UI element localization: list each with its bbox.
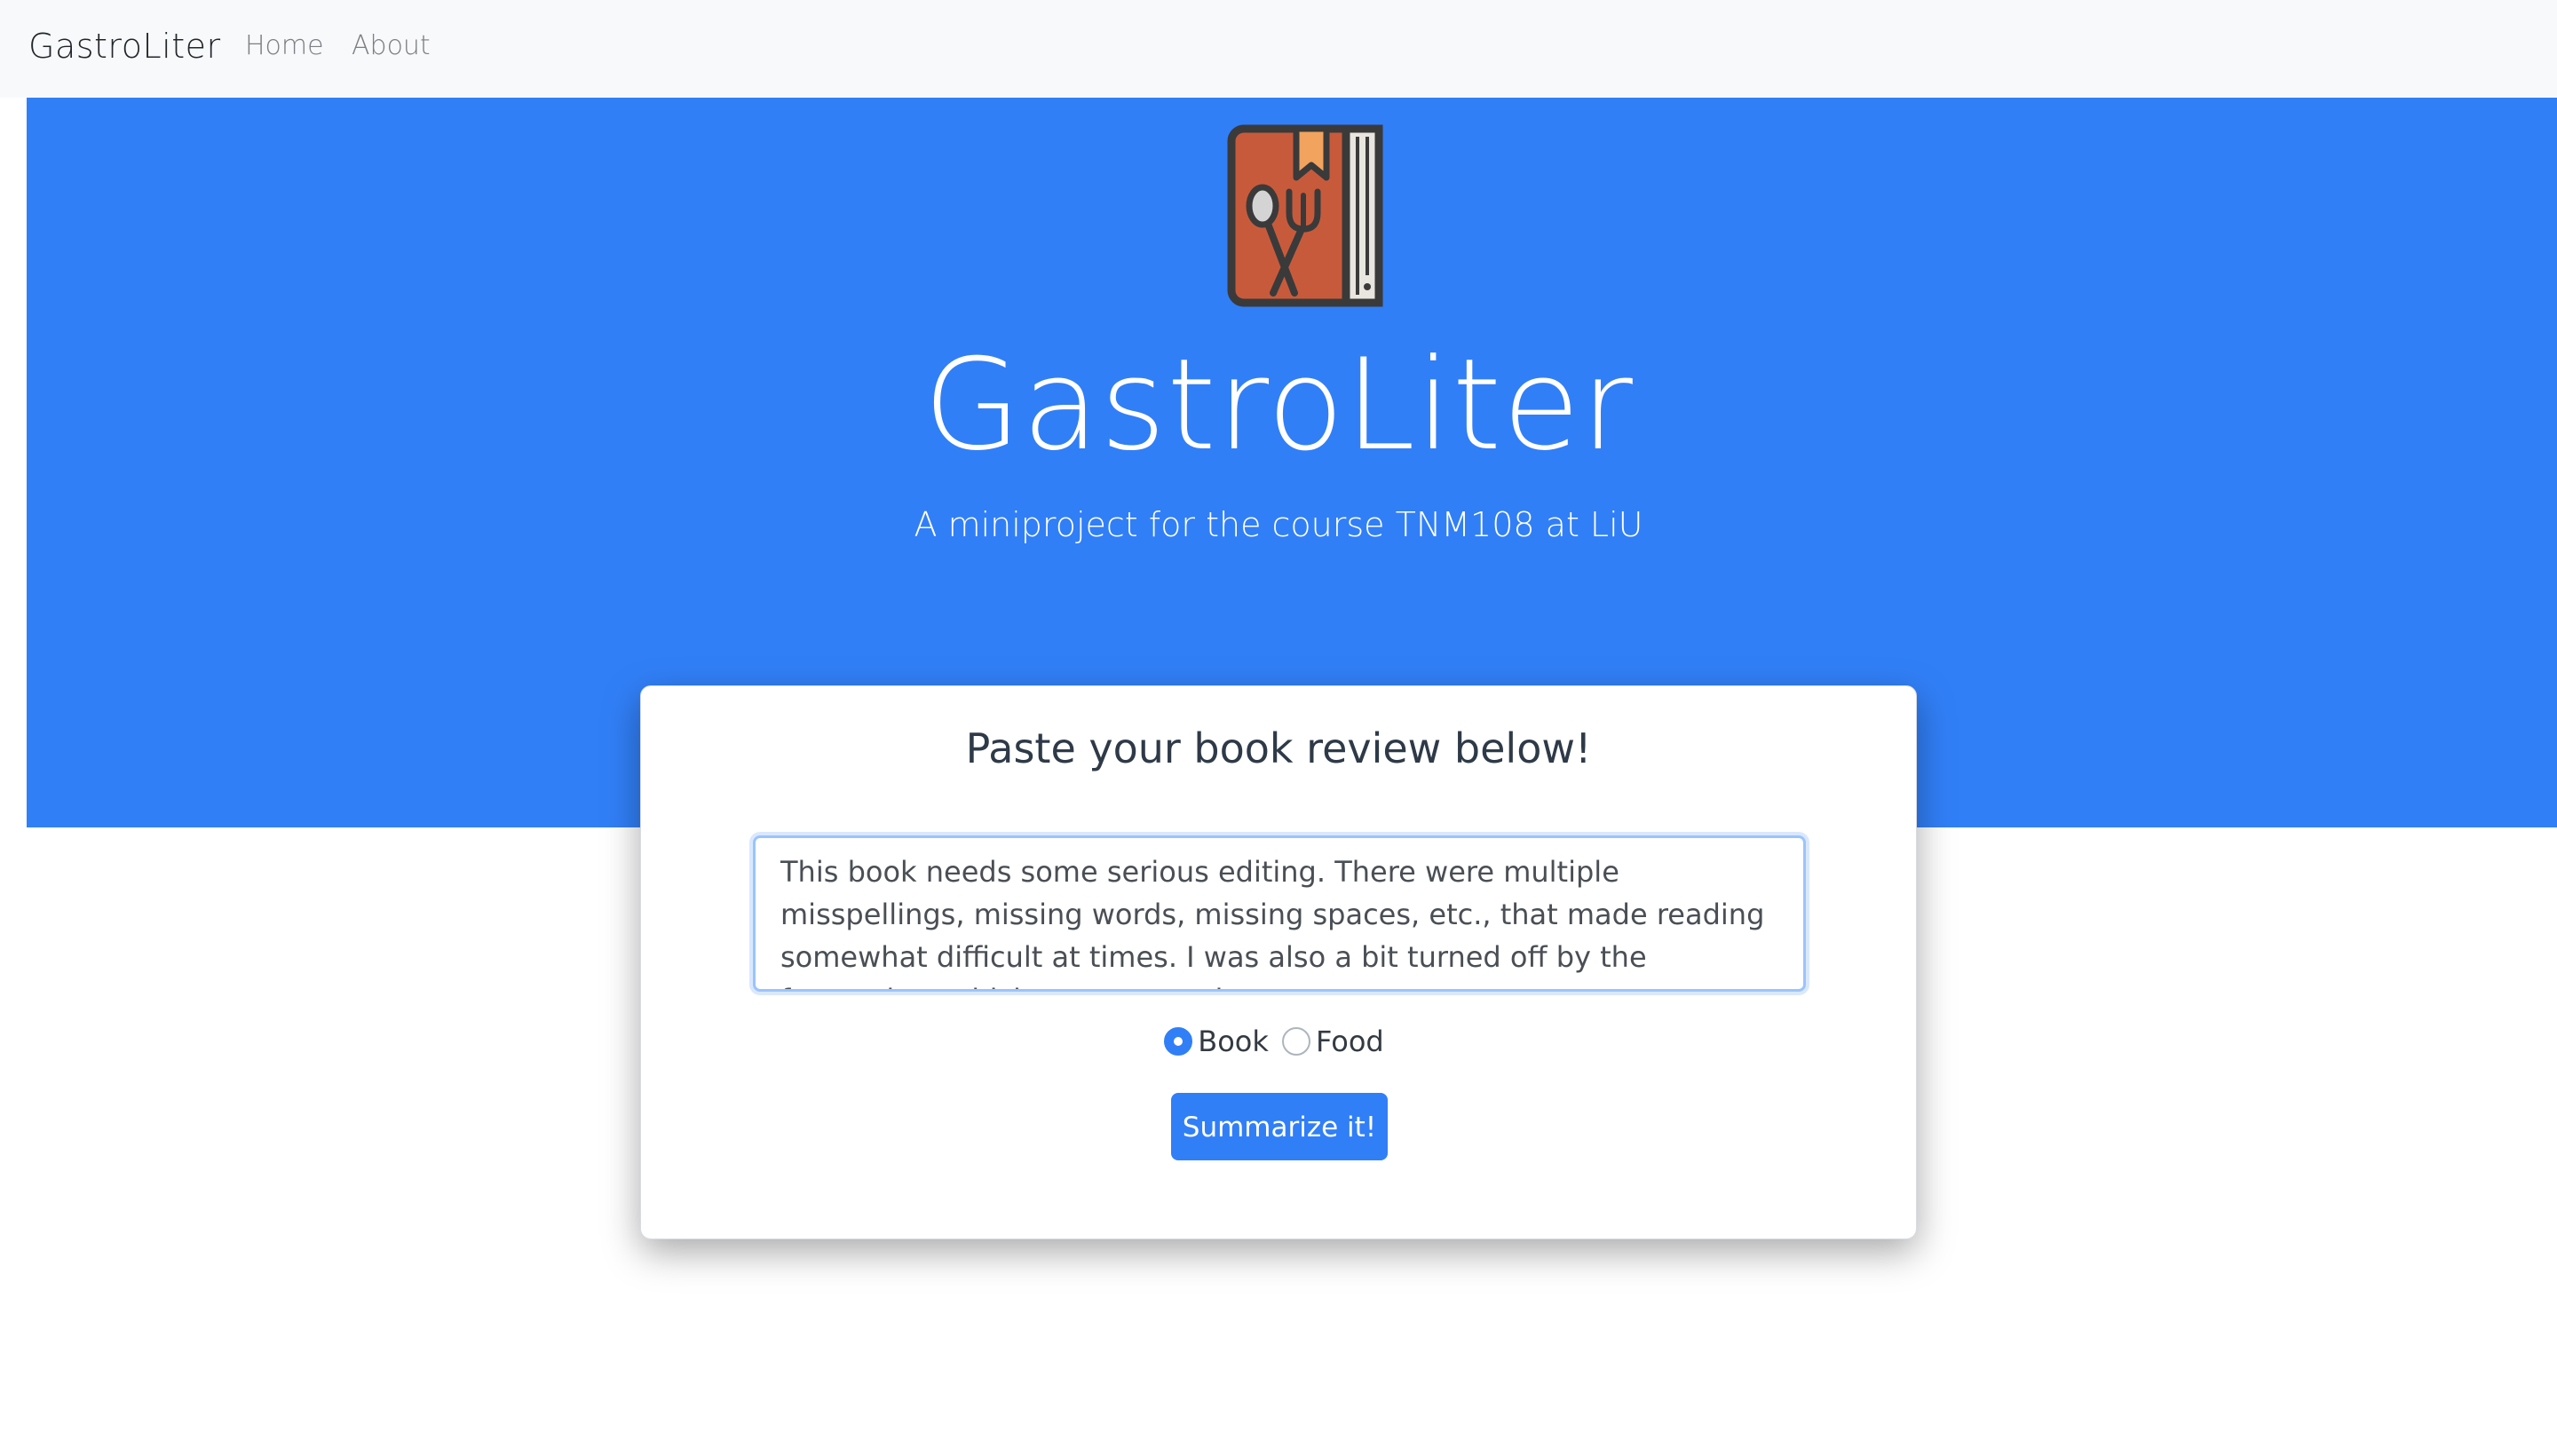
hero-title: GastroLiter [923,332,1634,479]
recipe-book-icon [1227,124,1383,307]
navbar-brand[interactable]: GastroLiter [28,25,221,67]
navbar: GastroLiter Home About [0,0,2557,98]
review-form-card: Paste your book review below! This book … [640,685,1917,1239]
hero-subtitle: A miniproject for the course TNM108 at L… [914,505,1643,544]
review-textarea[interactable]: This book needs some serious editing. Th… [753,835,1806,992]
radio-book[interactable]: Book [1164,1022,1269,1061]
radio-book-indicator[interactable] [1164,1027,1193,1056]
category-radio-group: Book Food [641,1022,1916,1061]
form-heading: Paste your book review below! [965,724,1592,772]
summarize-button[interactable]: Summarize it! [1171,1093,1388,1160]
radio-book-label[interactable]: Book [1198,1022,1269,1061]
radio-food-label[interactable]: Food [1316,1022,1384,1061]
nav-link-about[interactable]: About [352,28,431,64]
radio-food[interactable]: Food [1282,1022,1384,1061]
nav-link-home[interactable]: Home [245,28,324,64]
review-textarea-content: This book needs some serious editing. Th… [780,855,1765,989]
radio-food-indicator[interactable] [1282,1027,1310,1056]
